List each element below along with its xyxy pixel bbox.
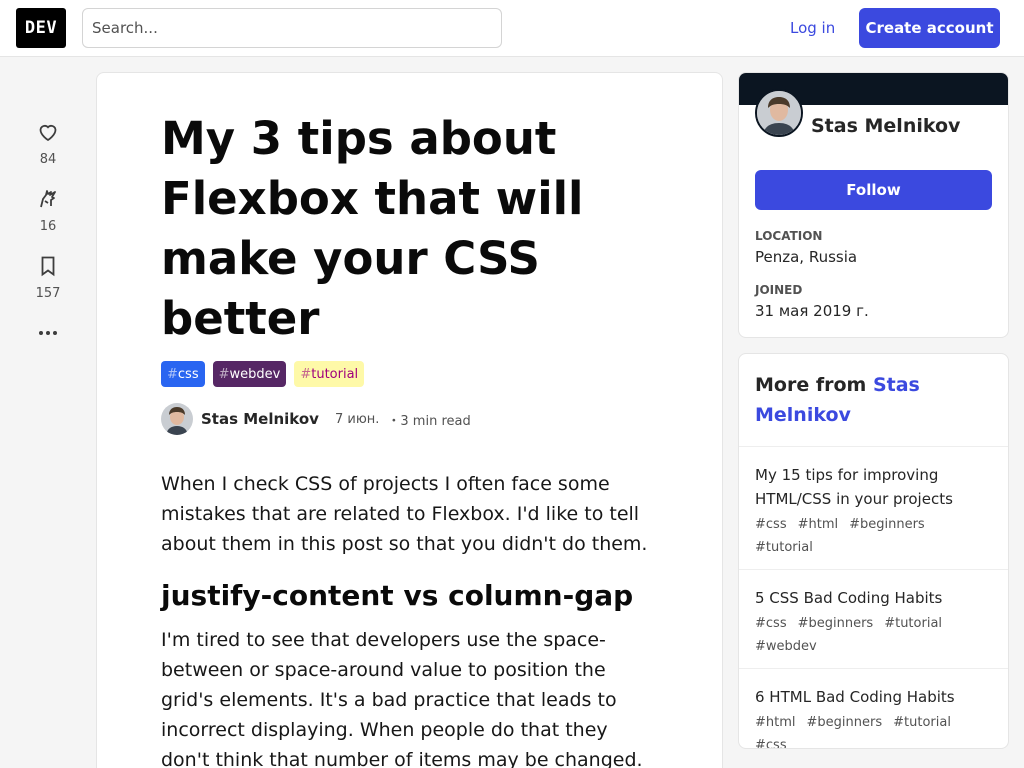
more-from-item[interactable]: My 15 tips for improving HTML/CSS in you… xyxy=(739,447,1008,570)
login-link[interactable]: Log in xyxy=(778,8,847,48)
heart-reaction-button[interactable]: 84 xyxy=(16,120,80,167)
heart-count: 84 xyxy=(39,152,57,167)
bookmark-icon xyxy=(41,256,55,277)
more-from-item-tags: #css #beginners #tutorial #webdev xyxy=(755,616,992,654)
search-input[interactable] xyxy=(82,8,502,48)
item-tag[interactable]: #css xyxy=(755,517,787,532)
save-reaction-button[interactable]: 157 xyxy=(16,254,80,301)
author-profile-card: Stas Melnikov Follow Location Penza, Rus… xyxy=(738,72,1009,338)
item-tag[interactable]: #beginners xyxy=(849,517,925,532)
tag-webdev[interactable]: # webdev xyxy=(212,361,287,387)
create-account-button[interactable]: Create account xyxy=(859,8,1000,48)
follow-button[interactable]: Follow xyxy=(755,170,992,210)
more-from-author-card: More from Stas Melnikov My 15 tips for i… xyxy=(738,353,1009,749)
author-byline: Stas Melnikov 7 июн. ・3 min read xyxy=(161,403,471,435)
more-options-button[interactable] xyxy=(16,321,80,345)
article-tags: # css # webdev # tutorial xyxy=(161,361,365,387)
top-header: DEV Log in Create account xyxy=(0,0,1024,57)
profile-avatar[interactable] xyxy=(755,89,803,137)
item-tag[interactable]: #tutorial xyxy=(893,715,951,730)
article-card: My 3 tips about Flexbox that will make y… xyxy=(96,72,723,768)
section-heading: justify-content vs column-gap xyxy=(161,579,634,612)
article-title: My 3 tips about Flexbox that will make y… xyxy=(161,112,584,345)
more-from-item-tags: #css #html #beginners #tutorial xyxy=(755,517,992,555)
article-intro: When I check CSS of projects I often fac… xyxy=(161,473,648,555)
more-from-item-tags: #html #beginners #tutorial #css xyxy=(755,715,992,748)
tag-tutorial[interactable]: # tutorial xyxy=(294,361,365,387)
location-label: Location xyxy=(755,229,823,243)
more-from-item-title: 6 HTML Bad Coding Habits xyxy=(755,688,955,706)
more-from-item[interactable]: 5 CSS Bad Coding Habits #css #beginners … xyxy=(739,570,1008,669)
publish-date: 7 июн. xyxy=(334,411,380,427)
joined-value: 31 мая 2019 г. xyxy=(755,302,869,320)
item-tag[interactable]: #css xyxy=(755,616,787,631)
item-tag[interactable]: #tutorial xyxy=(755,540,813,555)
item-tag[interactable]: #css xyxy=(755,738,787,748)
more-from-item-title: My 15 tips for improving HTML/CSS in you… xyxy=(755,466,953,508)
heart-icon xyxy=(39,124,57,142)
article-body: When I check CSS of projects I often fac… xyxy=(161,469,661,768)
more-from-heading: More from Stas Melnikov xyxy=(739,354,1008,447)
unicorn-reaction-button[interactable]: 16 xyxy=(16,187,80,234)
item-tag[interactable]: #beginners xyxy=(798,616,874,631)
author-avatar[interactable] xyxy=(161,403,193,435)
joined-label: Joined xyxy=(755,283,803,297)
more-from-item[interactable]: 6 HTML Bad Coding Habits #html #beginner… xyxy=(739,669,1008,748)
profile-name[interactable]: Stas Melnikov xyxy=(811,115,960,137)
section-paragraph: I'm tired to see that developers use the… xyxy=(161,629,643,768)
item-tag[interactable]: #tutorial xyxy=(884,616,942,631)
read-time: ・3 min read xyxy=(387,413,471,429)
unicorn-count: 16 xyxy=(39,219,57,234)
author-name[interactable]: Stas Melnikov xyxy=(201,410,319,428)
dev-logo[interactable]: DEV xyxy=(16,8,66,48)
unicorn-icon xyxy=(40,190,56,208)
ellipsis-icon xyxy=(39,331,57,335)
more-from-item-title: 5 CSS Bad Coding Habits xyxy=(755,589,943,607)
item-tag[interactable]: #beginners xyxy=(807,715,883,730)
reactions-sidebar: 84 16 157 xyxy=(16,120,80,345)
tag-css[interactable]: # css xyxy=(161,361,205,387)
item-tag[interactable]: #html xyxy=(755,715,796,730)
save-count: 157 xyxy=(35,286,61,301)
location-value: Penza, Russia xyxy=(755,248,858,266)
item-tag[interactable]: #html xyxy=(798,517,839,532)
item-tag[interactable]: #webdev xyxy=(755,639,817,654)
